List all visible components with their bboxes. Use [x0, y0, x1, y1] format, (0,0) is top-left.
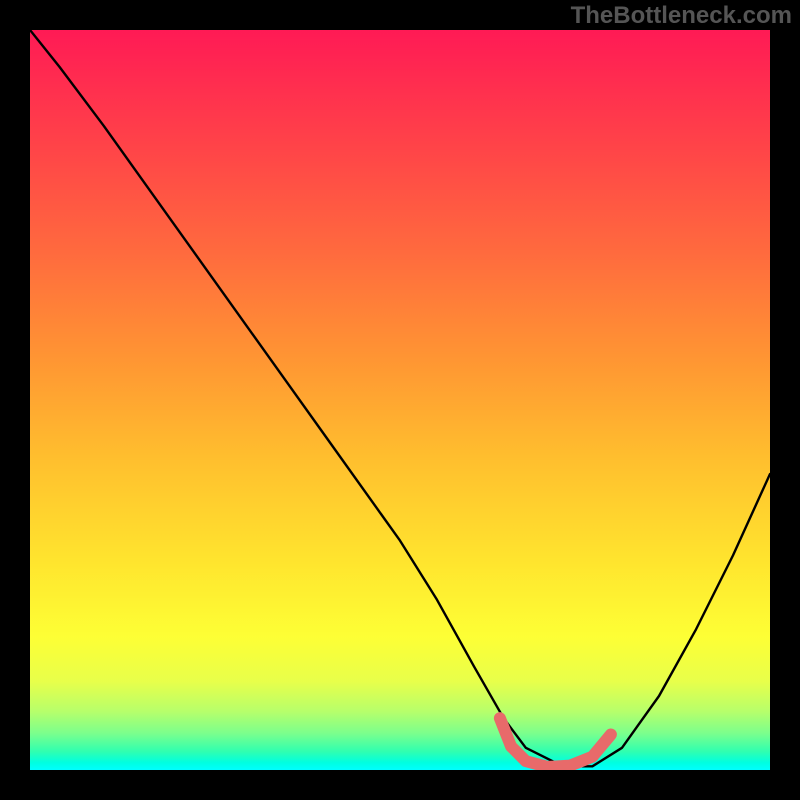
chart-frame: TheBottleneck.com [0, 0, 800, 800]
main-curve-path [30, 30, 770, 766]
valley-highlight-path [500, 718, 611, 767]
plot-area [30, 30, 770, 770]
watermark-text: TheBottleneck.com [571, 2, 792, 30]
curve-layer [30, 30, 770, 770]
